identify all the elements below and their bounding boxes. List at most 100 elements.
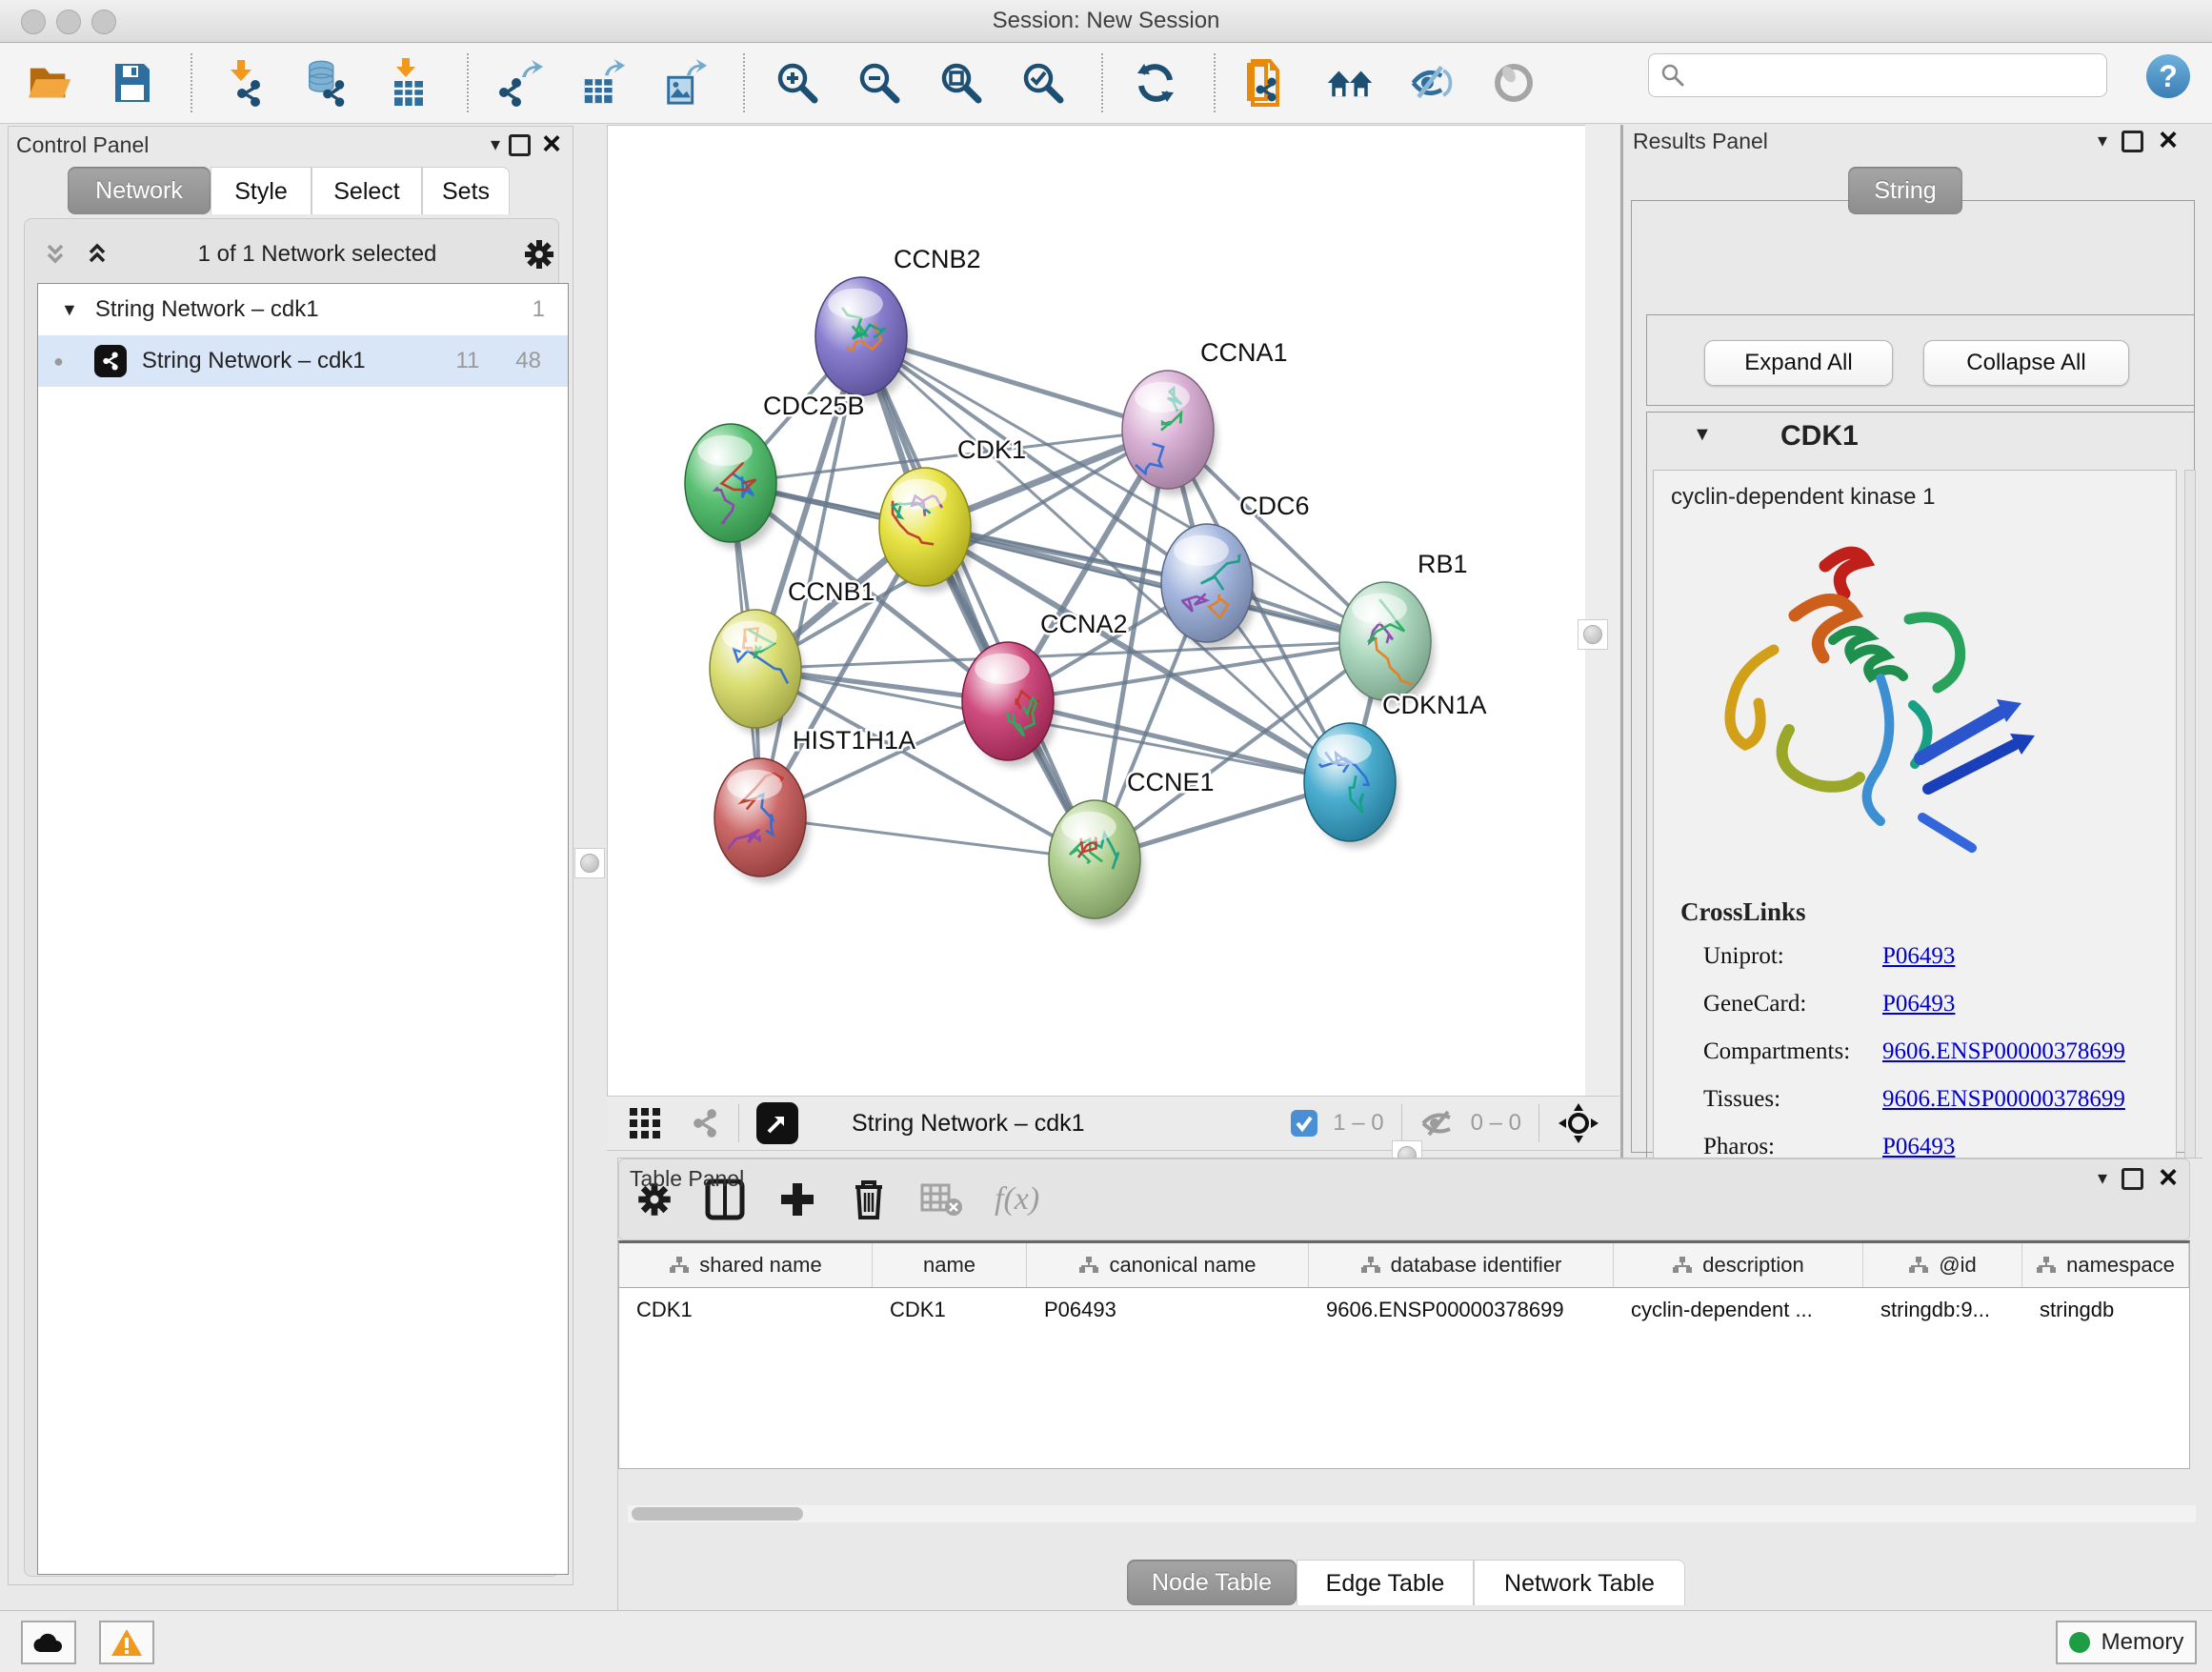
string-home-icon[interactable] [1326, 56, 1374, 110]
import-network-file-icon[interactable] [221, 56, 269, 110]
network-node-HIST1H1A[interactable]: HIST1H1A [714, 726, 915, 883]
table-row[interactable]: CDK1CDK1P064939606.ENSP00000378699cyclin… [619, 1288, 2189, 1332]
panel-float-icon[interactable] [509, 134, 531, 161]
cloud-status-button[interactable] [21, 1621, 76, 1664]
column-header-@id[interactable]: @id [1863, 1243, 2022, 1287]
panel-splitter[interactable] [1620, 125, 1623, 1158]
panel-close-icon[interactable]: × [2159, 1168, 2178, 1193]
panel-close-icon[interactable]: × [542, 134, 561, 159]
hide-glyphs-eye-icon[interactable] [1408, 56, 1456, 110]
network-row-selected[interactable]: ● String Network – cdk1 11 48 [38, 335, 568, 387]
warnings-button[interactable] [99, 1621, 154, 1664]
tab-node-table[interactable]: Node Table [1127, 1560, 1297, 1605]
network-list-header: 1 of 1 Network selected [41, 233, 555, 275]
node-label-HIST1H1A: HIST1H1A [793, 726, 915, 755]
zoom-fit-icon[interactable] [937, 56, 985, 110]
memory-button[interactable]: Memory [2056, 1621, 2197, 1664]
collapse-all-button[interactable]: Collapse All [1923, 340, 2129, 386]
search-input[interactable] [1648, 53, 2107, 97]
table-cell[interactable]: CDK1 [619, 1288, 873, 1332]
refresh-icon[interactable] [1132, 56, 1179, 110]
network-canvas[interactable]: CCNB2CCNA1CDC25BCDK1CDC6RB1CCNB1CCNA2CDK… [607, 125, 1586, 1098]
add-column-icon[interactable] [777, 1179, 817, 1219]
fit-selected-crosshair-icon[interactable] [1557, 1101, 1600, 1145]
import-table-file-icon[interactable] [385, 56, 432, 110]
open-session-icon[interactable] [27, 56, 74, 110]
control-panel: Control Panel ▾ × Network Style Select S… [8, 126, 573, 1585]
network-node-CCNB2[interactable]: CCNB2 [815, 245, 981, 402]
network-node-RB1[interactable]: RB1 [1339, 550, 1468, 707]
table-cell[interactable]: P06493 [1027, 1288, 1309, 1332]
selected-checkbox-icon[interactable] [1289, 1108, 1319, 1138]
table-cell[interactable]: 9606.ENSP00000378699 [1309, 1288, 1614, 1332]
delete-column-trash-icon[interactable] [850, 1178, 888, 1221]
column-header-namespace[interactable]: namespace [2022, 1243, 2189, 1287]
panel-dropdown-icon[interactable]: ▾ [2098, 1166, 2107, 1190]
zoom-selected-icon[interactable] [1019, 56, 1067, 110]
column-header-canonical-name[interactable]: canonical name [1027, 1243, 1309, 1287]
tab-network[interactable]: Network [68, 167, 211, 214]
help-button[interactable]: ? [2146, 54, 2190, 98]
export-table-icon[interactable] [579, 56, 627, 110]
table-hscroll-thumb[interactable] [632, 1507, 803, 1521]
tab-string[interactable]: String [1848, 167, 1962, 214]
splitter-knob-left[interactable] [574, 848, 605, 878]
gear-icon[interactable] [523, 238, 555, 271]
protein-structure-image [1682, 528, 2063, 880]
zoom-out-icon[interactable] [855, 56, 903, 110]
grid-view-icon[interactable] [628, 1106, 662, 1140]
tab-style[interactable]: Style [211, 167, 312, 214]
import-network-database-icon[interactable] [303, 56, 351, 110]
crosslink-link[interactable]: 9606.ENSP00000378699 [1882, 1038, 2125, 1065]
column-header-description[interactable]: description [1614, 1243, 1863, 1287]
panel-dropdown-icon[interactable]: ▾ [2098, 129, 2107, 152]
node-label-CCNB1: CCNB1 [788, 577, 875, 606]
tab-select[interactable]: Select [312, 167, 422, 214]
network-node-CCNA1[interactable]: CCNA1 [1122, 338, 1288, 495]
panel-close-icon[interactable]: × [2159, 131, 2178, 155]
crosslink-label: GeneCard: [1703, 991, 1882, 1017]
sphere-icon[interactable] [1490, 56, 1538, 110]
network-node-CDC6[interactable]: CDC6 [1161, 492, 1310, 649]
column-header-name[interactable]: name [873, 1243, 1027, 1287]
table-cell[interactable]: cyclin-dependent ... [1614, 1288, 1863, 1332]
table-cell[interactable]: stringdb:9... [1863, 1288, 2022, 1332]
birdseye-view-icon[interactable] [756, 1102, 798, 1144]
share-view-icon[interactable] [689, 1107, 721, 1139]
panel-float-icon[interactable] [2122, 131, 2143, 157]
network-node-CDKN1A[interactable]: CDKN1A [1304, 691, 1487, 848]
tree-expand-icon[interactable]: ▼ [61, 300, 78, 320]
zoom-in-icon[interactable] [774, 56, 821, 110]
table-hscrollbar[interactable] [628, 1505, 2196, 1522]
node-table[interactable]: shared namenamecanonical namedatabase id… [618, 1240, 2190, 1469]
crosslink-link[interactable]: P06493 [1882, 943, 1955, 970]
expand-all-button[interactable]: Expand All [1704, 340, 1893, 386]
string-import-file-icon[interactable] [1244, 56, 1292, 110]
expand-all-icon[interactable] [83, 240, 111, 269]
network-node-CCNE1[interactable]: CCNE1 [1049, 768, 1215, 925]
results-scrollbar[interactable] [2184, 470, 2196, 1217]
string-network-graph[interactable]: CCNB2CCNA1CDC25BCDK1CDC6RB1CCNB1CCNA2CDK… [608, 126, 1585, 1097]
panel-float-icon[interactable] [2122, 1168, 2143, 1195]
table-cell[interactable]: CDK1 [873, 1288, 1027, 1332]
column-header-database-identifier[interactable]: database identifier [1309, 1243, 1614, 1287]
network-node-CCNA2[interactable]: CCNA2 [962, 610, 1128, 767]
network-collection-row[interactable]: ▼ String Network – cdk1 1 [38, 284, 568, 335]
tab-network-table[interactable]: Network Table [1474, 1560, 1685, 1605]
collapse-all-icon[interactable] [41, 240, 70, 269]
crosslink-link[interactable]: P06493 [1882, 1134, 1955, 1160]
tab-edge-table[interactable]: Edge Table [1297, 1560, 1474, 1605]
gene-collapse-icon[interactable]: ▼ [1693, 424, 1712, 446]
column-header-shared-name[interactable]: shared name [619, 1243, 873, 1287]
tab-sets[interactable]: Sets [422, 167, 510, 214]
splitter-knob-right[interactable] [1578, 619, 1608, 650]
crosslink-link[interactable]: P06493 [1882, 991, 1955, 1017]
save-session-icon[interactable] [109, 56, 156, 110]
hidden-eye-icon[interactable] [1419, 1108, 1458, 1138]
export-network-icon[interactable] [497, 56, 545, 110]
panel-dropdown-icon[interactable]: ▾ [491, 132, 500, 156]
table-cell[interactable]: stringdb [2022, 1288, 2189, 1332]
crosslink-link[interactable]: 9606.ENSP00000378699 [1882, 1086, 2125, 1113]
table-toolbar: f(x) [618, 1158, 2190, 1240]
export-image-icon[interactable] [661, 56, 709, 110]
